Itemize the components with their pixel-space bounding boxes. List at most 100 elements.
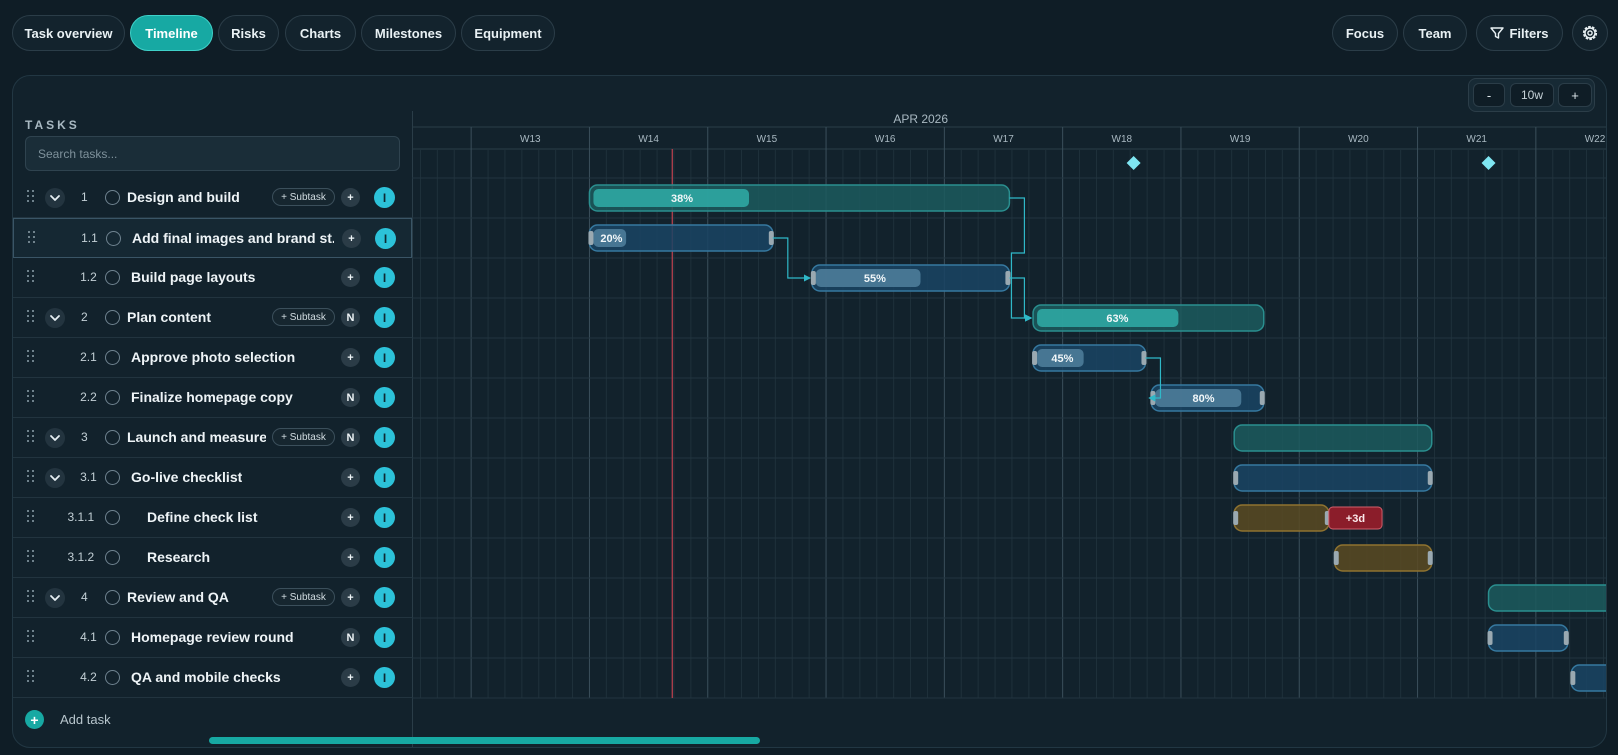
chevron-down-icon[interactable] [45,468,65,488]
search-input[interactable]: Search tasks... [25,136,400,171]
drag-handle-icon[interactable] [27,270,37,284]
tab-task-overview[interactable]: Task overview [12,15,125,51]
add-button[interactable]: + [341,668,360,687]
drag-handle-icon[interactable] [27,670,37,684]
resize-handle[interactable] [1563,631,1569,645]
tab-equipment[interactable]: Equipment [461,15,555,51]
status-checkbox[interactable] [105,590,120,605]
tab-charts[interactable]: Charts [285,15,356,51]
add-button[interactable]: + [342,229,361,248]
chevron-down-icon[interactable] [45,588,65,608]
drag-handle-icon[interactable] [27,550,37,564]
team-button[interactable]: Team [1403,15,1467,51]
resize-handle[interactable] [1570,671,1576,685]
chevron-down-icon[interactable] [45,308,65,328]
drag-handle-icon[interactable] [27,510,37,524]
drag-handle-icon[interactable] [27,390,37,404]
task-row[interactable]: 3.1.2 Research + I [13,538,412,578]
status-checkbox[interactable] [105,350,120,365]
add-subtask-button[interactable]: + Subtask [272,588,335,606]
drag-handle-icon[interactable] [27,190,37,204]
status-checkbox[interactable] [105,430,120,445]
timeline-bar[interactable] [1233,424,1433,452]
drag-handle-icon[interactable] [27,470,37,484]
task-name[interactable]: Build page layouts [131,269,255,285]
add-subtask-button[interactable]: + Subtask [272,428,335,446]
add-button[interactable]: + [341,548,360,567]
avatar[interactable]: I [374,547,395,568]
avatar[interactable]: I [374,267,395,288]
filters-button[interactable]: Filters [1476,15,1563,51]
resize-handle[interactable] [1259,391,1265,405]
horizontal-scrollbar[interactable] [209,737,760,744]
task-row[interactable]: 3.1.1 Define check list + I [13,498,412,538]
status-checkbox[interactable] [105,550,120,565]
status-checkbox[interactable] [105,190,120,205]
avatar[interactable]: I [374,347,395,368]
milestone-diamond[interactable] [1126,156,1141,170]
timeline-bar[interactable] [1570,664,1606,692]
resize-handle[interactable] [1233,511,1239,525]
task-name[interactable]: Plan content [127,309,211,325]
task-row[interactable]: 2.2 Finalize homepage copy N I [13,378,412,418]
note-badge[interactable]: N [341,388,360,407]
focus-button[interactable]: Focus [1332,15,1398,51]
add-button[interactable]: + [341,508,360,527]
status-checkbox[interactable] [106,231,121,246]
resize-handle[interactable] [1032,351,1038,365]
task-row[interactable]: 2.1 Approve photo selection + I [13,338,412,378]
status-checkbox[interactable] [105,390,120,405]
status-checkbox[interactable] [105,470,120,485]
task-row[interactable]: 1.1 Add final images and brand st... + I [13,218,412,258]
task-row[interactable]: 2 Plan content + Subtask N I [13,298,412,338]
task-name[interactable]: Add final images and brand st... [132,230,334,246]
timeline-bar[interactable] [1233,464,1433,492]
task-name[interactable]: Launch and measure [127,429,266,445]
timeline-bar[interactable] [1487,624,1569,652]
timeline-bar[interactable] [1333,544,1433,572]
avatar[interactable]: I [374,387,395,408]
timeline-bar[interactable] [1487,584,1606,612]
note-badge[interactable]: N [341,428,360,447]
timeline-bar[interactable] [1233,504,1330,532]
task-row[interactable]: 1 Design and build + Subtask + I [13,178,412,218]
tab-risks[interactable]: Risks [218,15,279,51]
avatar[interactable]: I [374,467,395,488]
task-name[interactable]: Define check list [147,509,258,525]
task-row[interactable]: 1.2 Build page layouts + I [13,258,412,298]
add-subtask-button[interactable]: + Subtask [272,188,335,206]
task-name[interactable]: Approve photo selection [131,349,295,365]
task-name[interactable]: Review and QA [127,589,229,605]
task-name[interactable]: Design and build [127,189,240,205]
resize-handle[interactable] [588,231,594,245]
note-badge[interactable]: N [341,628,360,647]
zoom-out-button[interactable]: - [1473,83,1505,107]
tab-milestones[interactable]: Milestones [361,15,456,51]
milestone-diamond[interactable] [1481,156,1496,170]
status-checkbox[interactable] [105,270,120,285]
task-name[interactable]: Finalize homepage copy [131,389,293,405]
drag-handle-icon[interactable] [27,310,37,324]
drag-handle-icon[interactable] [28,231,38,245]
drag-handle-icon[interactable] [27,630,37,644]
drag-handle-icon[interactable] [27,590,37,604]
drag-handle-icon[interactable] [27,430,37,444]
task-row[interactable]: 3.1 Go-live checklist + I [13,458,412,498]
note-badge[interactable]: N [341,308,360,327]
avatar[interactable]: I [374,307,395,328]
tab-timeline[interactable]: Timeline [130,15,213,51]
status-checkbox[interactable] [105,630,120,645]
add-button[interactable]: + [341,588,360,607]
add-button[interactable]: + [341,468,360,487]
avatar[interactable]: I [374,187,395,208]
resize-handle[interactable] [1333,551,1339,565]
chevron-down-icon[interactable] [45,428,65,448]
add-button[interactable]: + [341,348,360,367]
status-checkbox[interactable] [105,310,120,325]
resize-handle[interactable] [1233,471,1239,485]
resize-handle[interactable] [1487,631,1493,645]
avatar[interactable]: I [374,507,395,528]
resize-handle[interactable] [810,271,816,285]
task-name[interactable]: Research [147,549,210,565]
task-row[interactable]: 4 Review and QA + Subtask + I [13,578,412,618]
